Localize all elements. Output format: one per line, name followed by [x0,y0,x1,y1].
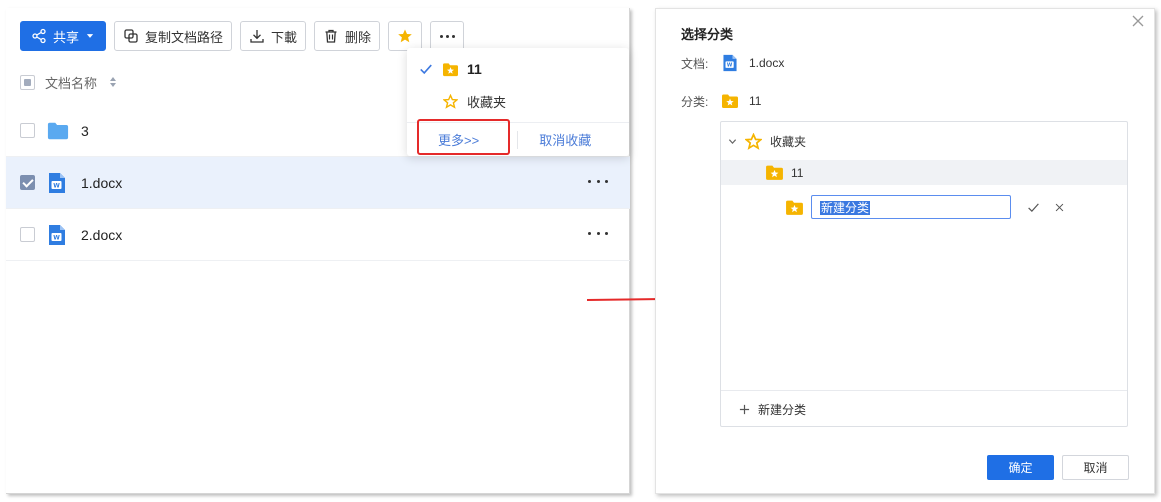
download-label: 下載 [271,29,298,45]
table-row[interactable]: W 1.docx [6,157,630,209]
caret-down-icon [86,34,94,38]
download-icon [250,30,264,43]
row-checkbox[interactable] [20,175,35,190]
row-checkbox[interactable] [20,227,35,242]
star-folder-icon [722,94,738,108]
delete-button[interactable]: 删除 [314,21,381,51]
more-actions-button[interactable] [430,21,465,51]
svg-text:W: W [727,63,733,69]
category-tree: 收藏夹 11 新建分类 新建分类 [720,121,1128,427]
category-info: 分类: 11 [681,92,761,110]
star-folder-icon [443,62,458,76]
doc-value: 1.docx [749,56,785,70]
word-doc-icon: W [723,54,737,72]
tree-node-label: 11 [791,165,804,180]
star-folder-icon [766,165,783,180]
select-all-checkbox[interactable] [20,74,35,90]
share-icon [32,28,46,44]
sort-icon[interactable] [109,76,117,88]
file-list-panel: 共享 复制文档路径 下載 删除 文档名称 3 W 1.docx W 2.docx… [6,8,630,494]
add-category-label: 新建分类 [758,402,807,417]
tree-node-label: 收藏夹 [770,135,807,149]
dropdown-item-11[interactable]: 11 [407,54,629,84]
word-doc-icon: W [47,172,69,194]
cancel-x-icon[interactable] [1054,202,1065,213]
check-icon [420,64,432,75]
confirm-check-icon[interactable] [1027,201,1040,214]
trash-icon [325,29,337,43]
word-doc-icon: W [47,224,69,246]
chevron-down-icon[interactable] [728,137,737,146]
dot-icon [445,34,449,38]
doc-info: 文档: W 1.docx [681,54,784,72]
dot-icon [451,34,455,38]
copy-path-label: 复制文档路径 [145,29,224,45]
tree-node-favorites[interactable]: 收藏夹 [721,129,1127,154]
dialog-title: 选择分类 [681,27,734,42]
select-category-dialog: 选择分类 文档: W 1.docx 分类: 11 收藏夹 11 新建分类 新建分… [655,8,1155,494]
table-row[interactable]: W 2.docx [6,209,630,261]
dropdown-item-label: 11 [467,61,482,77]
confirm-button[interactable]: 确定 [987,455,1054,480]
cancel-favorite-link[interactable]: 取消收藏 [539,130,591,149]
folder-icon [47,120,69,142]
doc-label: 文档: [681,56,709,71]
row-name[interactable]: 2.docx [81,227,122,243]
svg-text:W: W [53,234,60,241]
favorite-dropdown: 11 收藏夹 更多>> 取消收藏 [407,48,629,156]
divider [517,131,518,149]
download-button[interactable]: 下載 [240,21,307,51]
delete-label: 删除 [345,29,372,45]
dot-icon [439,34,443,38]
row-name[interactable]: 3 [81,123,89,139]
highlight-box [417,119,510,155]
row-more-button[interactable] [588,174,608,188]
cancel-button[interactable]: 取消 [1062,455,1129,480]
tree-node-11[interactable]: 11 [721,160,1127,185]
list-header: 文档名称 [20,72,117,92]
category-value: 11 [749,94,762,108]
dropdown-item-favorites[interactable]: 收藏夹 [407,86,629,116]
toolbar: 共享 复制文档路径 下載 删除 [20,21,465,51]
star-icon [398,29,412,43]
favorite-button[interactable] [388,21,423,51]
row-name[interactable]: 1.docx [81,175,122,191]
close-icon[interactable] [1130,13,1146,29]
column-name-header[interactable]: 文档名称 [45,73,97,92]
row-checkbox[interactable] [20,123,35,138]
row-more-button[interactable] [588,226,608,240]
add-category-row[interactable]: 新建分类 [721,390,1127,427]
star-outline-icon [443,93,458,109]
new-category-input-selected-text: 新建分类 [820,201,871,215]
dropdown-footer: 更多>> 取消收藏 [407,119,629,156]
svg-text:W: W [53,182,60,189]
star-outline-icon [745,133,762,150]
plus-icon [739,404,750,414]
star-folder-icon [786,200,803,215]
share-label: 共享 [53,29,80,45]
copy-path-button[interactable]: 复制文档路径 [114,21,233,51]
dropdown-item-label: 收藏夹 [467,94,507,110]
share-button[interactable]: 共享 [20,21,107,51]
category-label: 分类: [681,94,709,109]
copy-icon [124,29,138,43]
